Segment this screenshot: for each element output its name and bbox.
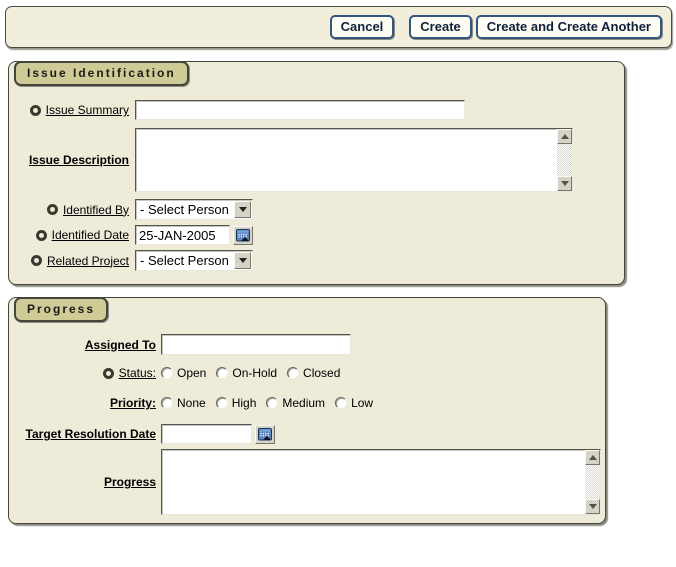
identified-date-label-cell: Identified Date	[17, 228, 129, 242]
related-project-label[interactable]: Related Project	[47, 254, 129, 268]
required-icon	[103, 368, 114, 379]
issue-description-scrollbar[interactable]	[557, 129, 572, 191]
status-row: Status: Open On-Hold Closed	[11, 365, 605, 381]
required-icon	[30, 105, 41, 116]
progress-textarea[interactable]	[162, 450, 585, 514]
assigned-to-row: Assigned To	[11, 334, 605, 355]
create-button[interactable]: Create	[409, 15, 471, 39]
cancel-button[interactable]: Cancel	[330, 15, 395, 39]
dropdown-button[interactable]	[234, 201, 251, 218]
priority-option-label: Low	[351, 396, 373, 410]
related-project-selected-value: - Select Person -	[136, 251, 233, 270]
status-option-label: Open	[177, 366, 206, 380]
assigned-to-input[interactable]	[161, 334, 351, 355]
priority-label-cell: Priority:	[11, 396, 156, 410]
status-radio-closed[interactable]	[287, 367, 299, 379]
issue-description-textarea[interactable]	[136, 129, 557, 191]
status-label[interactable]: Status:	[119, 366, 156, 380]
chevron-down-icon	[239, 258, 247, 263]
priority-label[interactable]: Priority:	[110, 396, 156, 410]
related-project-select[interactable]: - Select Person -	[135, 250, 253, 271]
identified-by-select[interactable]: - Select Person -	[135, 199, 253, 220]
status-option-closed: Closed	[287, 366, 340, 380]
scroll-down-button[interactable]	[557, 176, 572, 191]
identified-date-input[interactable]	[135, 225, 230, 245]
issue-summary-label[interactable]: Issue Summary	[46, 103, 129, 117]
target-resolution-date-input[interactable]	[161, 424, 252, 444]
priority-row: Priority: None High Medium Low	[11, 395, 605, 411]
status-option-on-hold: On-Hold	[216, 366, 277, 380]
priority-option-label: High	[232, 396, 257, 410]
toolbar: Cancel Create Create and Create Another	[5, 6, 672, 48]
target-resolution-date-label[interactable]: Target Resolution Date	[26, 427, 156, 441]
priority-radio-low[interactable]	[335, 397, 347, 409]
issue-description-label-cell: Issue Description	[17, 153, 129, 167]
priority-radio-high[interactable]	[216, 397, 228, 409]
progress-panel: Assigned To Status: Open On-Hold Closed	[8, 297, 606, 524]
identified-by-selected-value: - Select Person -	[136, 200, 233, 219]
section-issue-identification: Issue Identification Issue Summary Issue…	[8, 61, 625, 285]
progress-text-row: Progress	[11, 449, 605, 515]
priority-option-medium: Medium	[266, 396, 325, 410]
scroll-up-button[interactable]	[557, 129, 572, 144]
issue-summary-label-cell: Issue Summary	[17, 103, 129, 117]
related-project-label-cell: Related Project	[17, 254, 129, 268]
priority-option-label: None	[177, 396, 206, 410]
arrow-down-icon	[561, 181, 569, 186]
arrow-down-icon	[589, 504, 597, 509]
section-title-progress: Progress	[14, 297, 108, 322]
identified-by-row: Identified By - Select Person -	[17, 199, 624, 220]
issue-description-field	[135, 128, 573, 192]
issue-description-label[interactable]: Issue Description	[29, 153, 129, 167]
required-icon	[47, 204, 58, 215]
priority-option-label: Medium	[282, 396, 325, 410]
target-resolution-date-calendar-button[interactable]	[255, 425, 275, 444]
required-icon	[36, 230, 47, 241]
section-progress: Progress Assigned To Status: Open On-Hol…	[8, 297, 606, 524]
identified-date-calendar-button[interactable]	[233, 226, 253, 245]
arrow-up-icon	[561, 134, 569, 139]
issue-description-row: Issue Description	[17, 128, 624, 192]
status-option-label: On-Hold	[232, 366, 277, 380]
identified-date-row: Identified Date	[17, 225, 624, 245]
status-label-cell: Status:	[11, 366, 156, 380]
calendar-icon	[236, 229, 250, 242]
priority-radio-none[interactable]	[161, 397, 173, 409]
progress-label-cell: Progress	[11, 475, 156, 489]
priority-option-none: None	[161, 396, 206, 410]
calendar-icon	[258, 428, 272, 441]
progress-scrollbar[interactable]	[585, 450, 600, 514]
assigned-to-label-cell: Assigned To	[11, 338, 156, 352]
arrow-up-icon	[589, 455, 597, 460]
status-option-open: Open	[161, 366, 206, 380]
issue-identification-panel: Issue Summary Issue Description	[8, 61, 625, 285]
target-resolution-date-label-cell: Target Resolution Date	[11, 427, 156, 441]
identified-by-label-cell: Identified By	[17, 203, 129, 217]
issue-summary-input[interactable]	[135, 100, 465, 120]
progress-label[interactable]: Progress	[104, 475, 156, 489]
status-radio-on-hold[interactable]	[216, 367, 228, 379]
scroll-up-button[interactable]	[585, 450, 600, 465]
priority-option-high: High	[216, 396, 257, 410]
status-option-label: Closed	[303, 366, 340, 380]
status-radio-open[interactable]	[161, 367, 173, 379]
chevron-down-icon	[239, 207, 247, 212]
priority-option-low: Low	[335, 396, 373, 410]
required-icon	[31, 255, 42, 266]
dropdown-button[interactable]	[234, 252, 251, 269]
identified-by-label[interactable]: Identified By	[63, 203, 129, 217]
related-project-row: Related Project - Select Person -	[17, 250, 624, 271]
section-title-issue-identification: Issue Identification	[14, 61, 189, 86]
identified-date-label[interactable]: Identified Date	[52, 228, 129, 242]
target-resolution-date-row: Target Resolution Date	[11, 424, 605, 444]
create-and-create-another-button[interactable]: Create and Create Another	[476, 15, 662, 39]
assigned-to-label[interactable]: Assigned To	[85, 338, 156, 352]
progress-field	[161, 449, 601, 515]
priority-radio-medium[interactable]	[266, 397, 278, 409]
issue-summary-row: Issue Summary	[17, 100, 624, 120]
scroll-down-button[interactable]	[585, 499, 600, 514]
